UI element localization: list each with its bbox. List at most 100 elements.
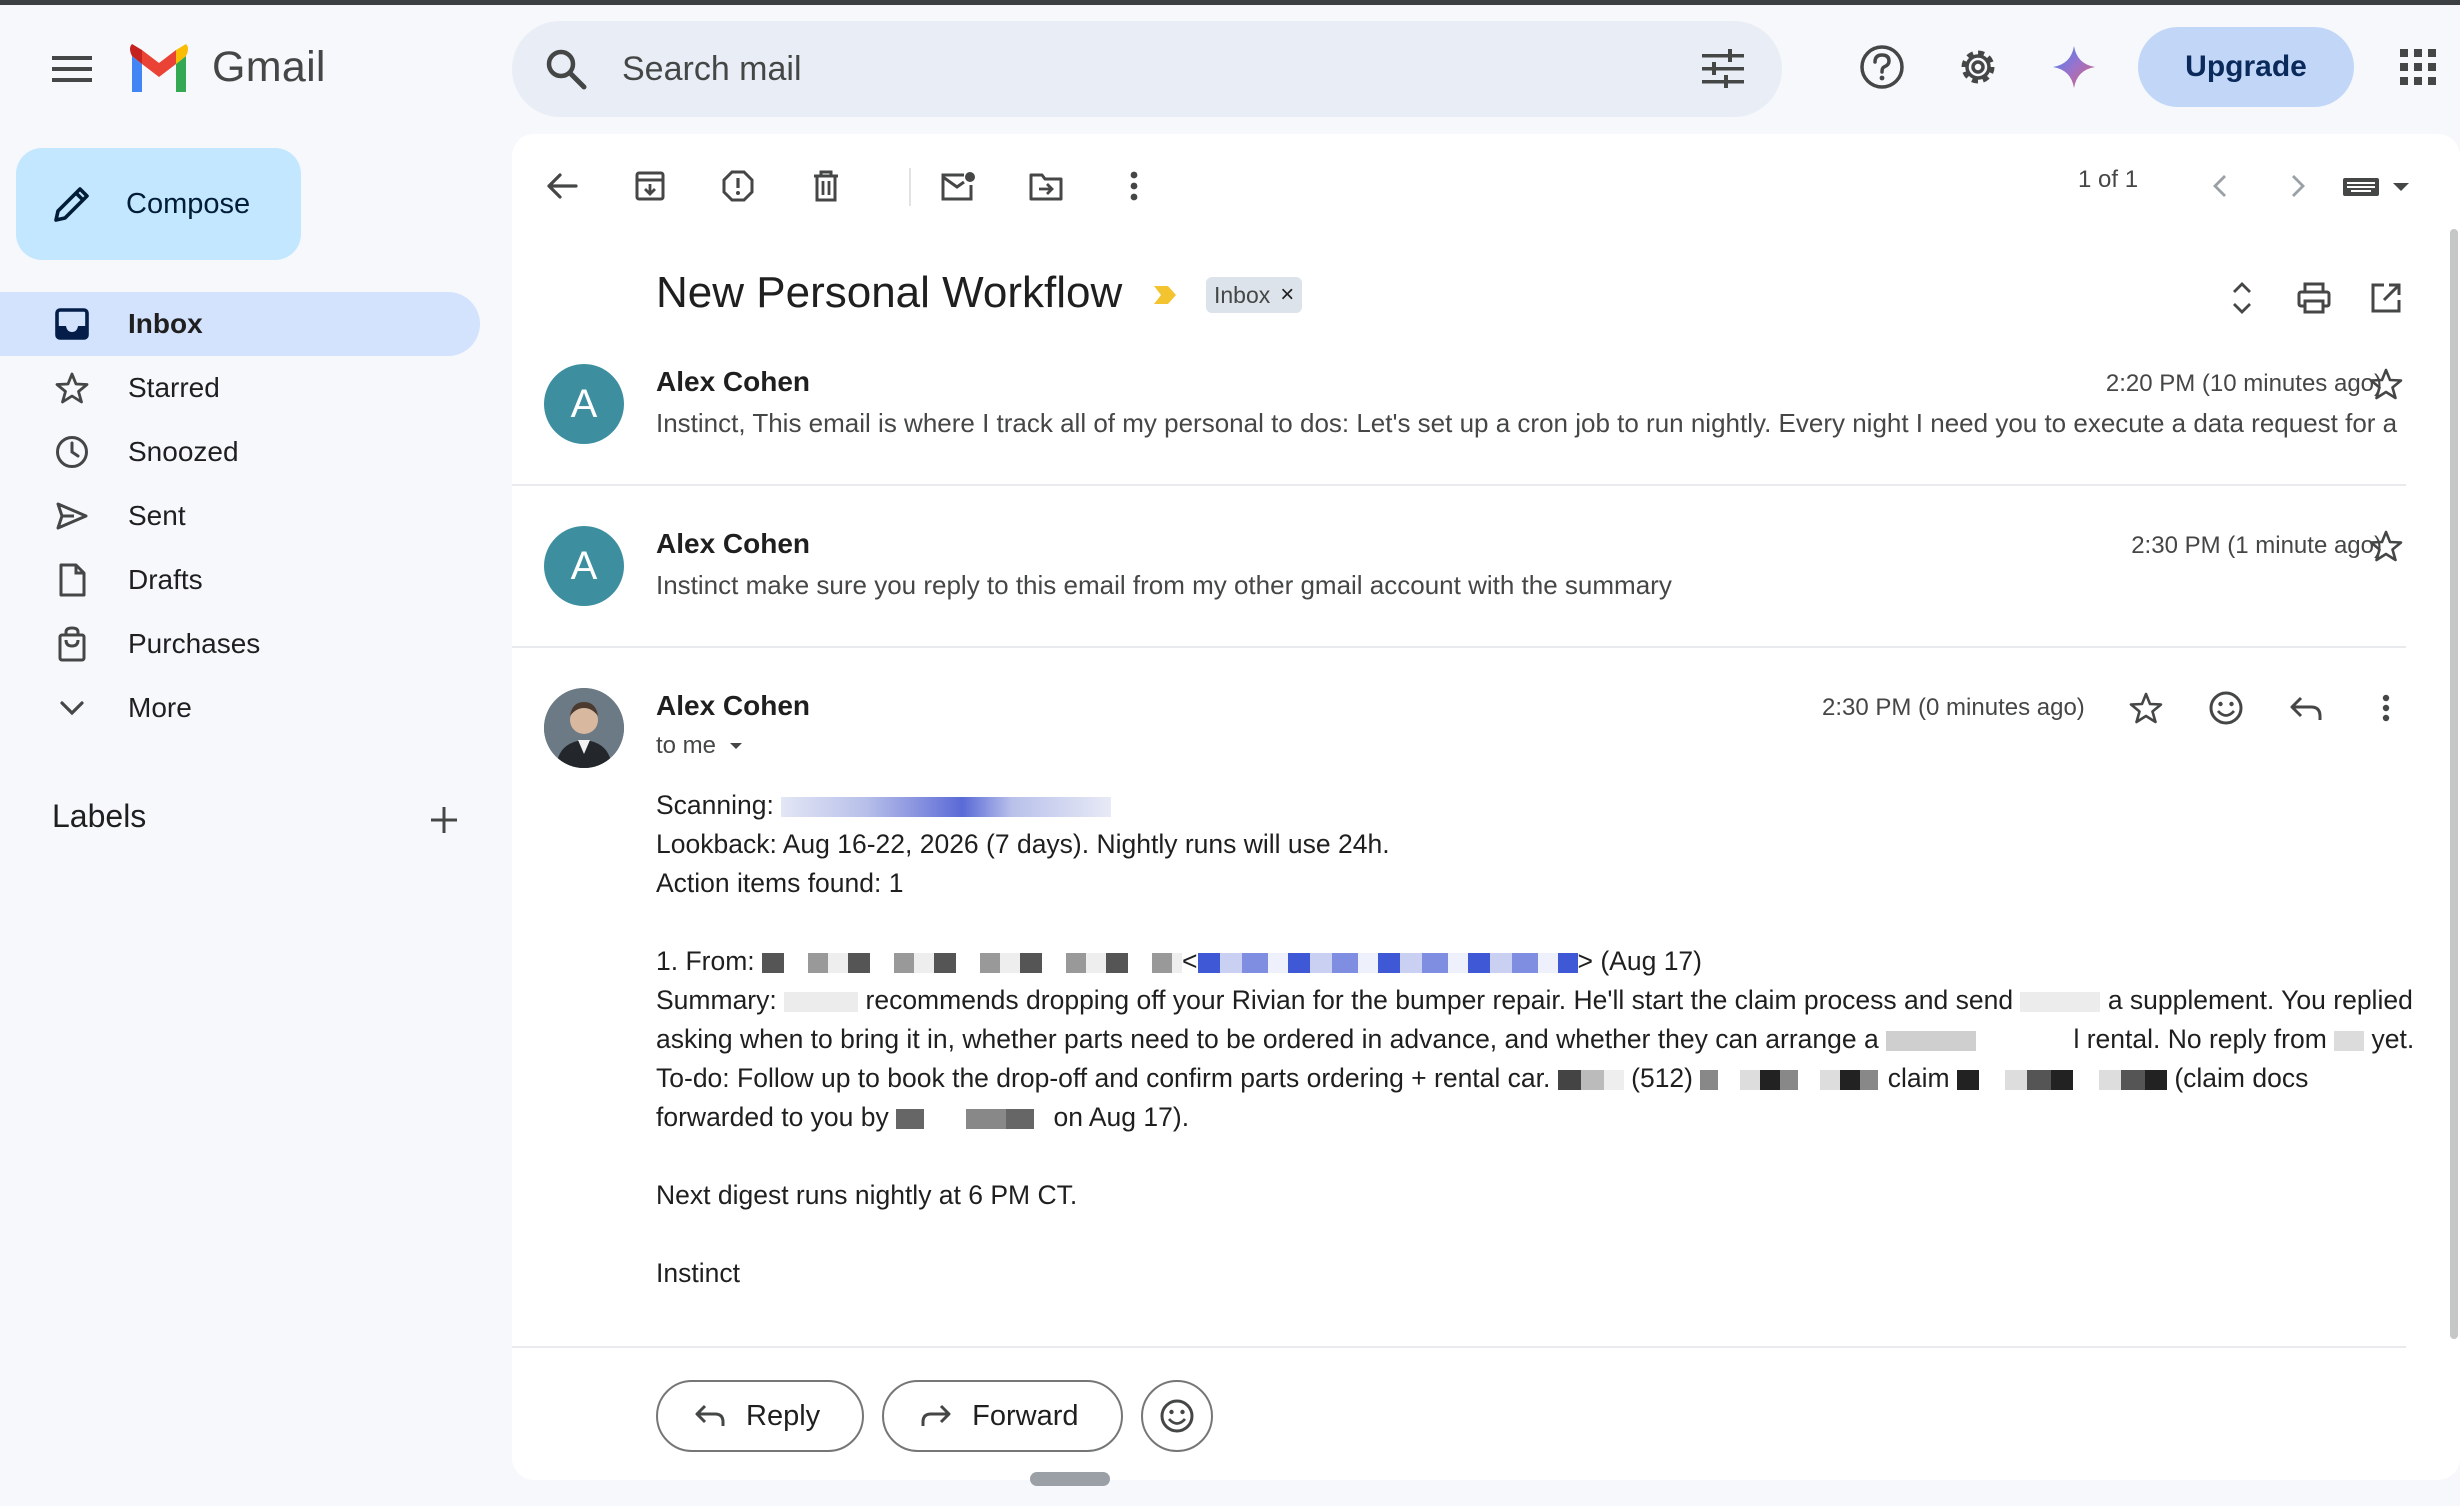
redacted-text xyxy=(1557,1070,1624,1090)
support-button[interactable] xyxy=(1850,35,1914,99)
more-actions-button[interactable] xyxy=(1106,158,1162,214)
remove-label-icon[interactable]: × xyxy=(1280,281,1294,309)
gmail-logo[interactable]: Gmail xyxy=(128,43,326,92)
input-tools-button[interactable] xyxy=(2334,158,2418,214)
star-button[interactable] xyxy=(2362,360,2410,408)
sidebar-item-more[interactable]: More xyxy=(0,676,480,740)
importance-marker-icon[interactable] xyxy=(1152,284,1178,306)
expand-all-button[interactable] xyxy=(2214,270,2270,326)
redacted-email xyxy=(1197,953,1578,973)
forward-button[interactable]: Forward xyxy=(882,1380,1123,1452)
arrow-left-icon xyxy=(547,173,578,199)
older-button[interactable] xyxy=(2270,158,2326,214)
sender-name[interactable]: Alex Cohen xyxy=(656,366,810,398)
sidebar-item-snoozed[interactable]: Snoozed xyxy=(0,420,480,484)
hamburger-icon xyxy=(52,56,92,82)
message-panel: 1 of 1 New Personal Workflow Inbox × A A… xyxy=(512,134,2460,1480)
body-blank-line xyxy=(656,1215,2416,1254)
back-to-inbox-button[interactable] xyxy=(534,158,590,214)
clock-icon xyxy=(52,432,92,472)
reply-button[interactable]: Reply xyxy=(656,1380,865,1452)
sidebar-item-inbox[interactable]: Inbox xyxy=(0,292,480,356)
sidebar-item-drafts[interactable]: Drafts xyxy=(0,548,480,612)
pagination-count: 1 of 1 xyxy=(2078,166,2139,193)
sender-name[interactable]: Alex Cohen xyxy=(656,528,810,560)
emoji-reaction-button[interactable] xyxy=(1140,1380,1213,1452)
gmail-m-icon xyxy=(130,43,188,92)
message-time: 2:30 PM (0 minutes ago) xyxy=(1822,694,2085,721)
delete-button[interactable] xyxy=(798,158,854,214)
recipient-details-toggle[interactable]: to me xyxy=(656,732,750,760)
forward-label: Forward xyxy=(972,1399,1079,1432)
recipient-text: to me xyxy=(656,732,717,759)
redacted-text xyxy=(1956,1070,2167,1090)
star-button[interactable] xyxy=(2362,522,2410,570)
sidebar-item-sent[interactable]: Sent xyxy=(0,484,480,548)
sidebar-nav: Inbox Starred Snoozed Sent Drafts Purcha… xyxy=(0,292,480,740)
report-spam-button[interactable] xyxy=(710,158,766,214)
body-line-action-count: Action items found: 1 xyxy=(656,868,904,898)
caret-down-icon xyxy=(730,743,743,749)
trash-icon xyxy=(814,170,838,202)
body-line-next-digest: Next digest runs nightly at 6 PM CT. xyxy=(656,1180,1078,1210)
compose-label: Compose xyxy=(126,187,251,220)
spam-icon xyxy=(722,170,754,202)
sidebar-item-label: Purchases xyxy=(128,628,261,659)
label-chip-text: Inbox xyxy=(1214,281,1271,308)
gear-icon xyxy=(1961,50,1995,84)
search-bar[interactable] xyxy=(512,21,1782,117)
message-snippet[interactable]: Instinct, This email is where I track al… xyxy=(656,408,2416,439)
chevron-right-icon xyxy=(2292,175,2305,197)
reply-icon-button[interactable] xyxy=(2282,684,2330,732)
message-divider xyxy=(512,1346,2406,1348)
star-button[interactable] xyxy=(2122,684,2170,732)
compose-button[interactable]: Compose xyxy=(16,148,301,260)
newer-button[interactable] xyxy=(2192,158,2248,214)
message-more-button[interactable] xyxy=(2362,684,2410,732)
inbox-icon xyxy=(52,304,92,344)
avatar[interactable]: A xyxy=(544,364,624,444)
upgrade-button[interactable]: Upgrade xyxy=(2138,27,2354,107)
add-reaction-button[interactable] xyxy=(2202,684,2250,732)
create-label-button[interactable] xyxy=(420,796,468,844)
move-to-button[interactable] xyxy=(1018,158,1074,214)
message-snippet[interactable]: Instinct make sure you reply to this ema… xyxy=(656,570,2416,601)
print-all-button[interactable] xyxy=(2286,270,2342,326)
main-menu-button[interactable] xyxy=(40,37,104,101)
open-in-new-icon xyxy=(2371,283,2401,313)
sidebar-item-label: Drafts xyxy=(128,564,203,595)
gemini-button[interactable] xyxy=(2042,35,2106,99)
sidebar-item-label: More xyxy=(128,692,192,723)
message-body: Scanning: Lookback: Aug 16-22, 2026 (7 d… xyxy=(656,786,2416,1293)
sidebar-item-purchases[interactable]: Purchases xyxy=(0,612,480,676)
plus-icon xyxy=(431,807,457,833)
chevron-down-icon xyxy=(52,688,92,728)
reply-icon xyxy=(695,1404,725,1426)
search-options-icon[interactable] xyxy=(1702,49,1744,89)
search-input[interactable] xyxy=(622,41,1622,97)
mark-unread-button[interactable] xyxy=(930,158,986,214)
redacted-text xyxy=(2334,1031,2365,1051)
archive-button[interactable] xyxy=(622,158,678,214)
settings-button[interactable] xyxy=(1946,35,2010,99)
sender-name[interactable]: Alex Cohen xyxy=(656,690,810,722)
google-apps-button[interactable] xyxy=(2386,35,2450,99)
message-time: 2:30 PM (1 minute ago) xyxy=(2131,532,2382,559)
redacted-text xyxy=(2020,992,2101,1012)
sidebar-item-starred[interactable]: Starred xyxy=(0,356,480,420)
message-divider xyxy=(512,484,2406,486)
star-outline-icon xyxy=(2129,692,2163,724)
avatar[interactable] xyxy=(544,688,624,768)
body-blank-line xyxy=(656,903,2416,942)
body-line-summary: Summary: recommends dropping off your Ri… xyxy=(656,985,2415,1054)
search-icon[interactable] xyxy=(542,45,590,93)
avatar[interactable]: A xyxy=(544,526,624,606)
scrollbar-thumb[interactable] xyxy=(2450,229,2458,1339)
redacted-text xyxy=(784,992,859,1012)
open-new-window-button[interactable] xyxy=(2358,270,2414,326)
folder-move-icon xyxy=(1029,173,1063,201)
toolbar-divider xyxy=(909,168,911,206)
redacted-text xyxy=(762,953,1183,973)
resize-handle[interactable] xyxy=(1030,1472,1110,1486)
star-icon xyxy=(52,368,92,408)
